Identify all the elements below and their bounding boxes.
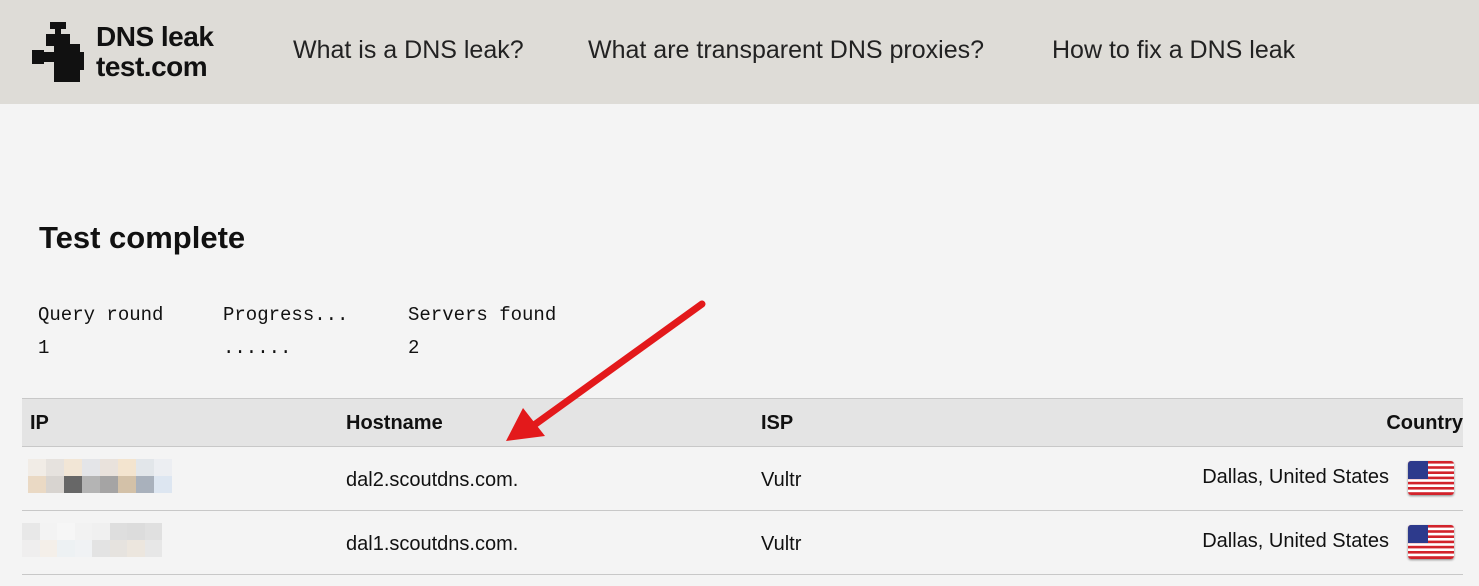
column-header-isp: ISP	[761, 412, 794, 434]
table-row: dal1.scoutdns.com. Vultr Dallas, United …	[22, 511, 1463, 575]
us-flag-icon	[1408, 525, 1454, 559]
table-row: dal2.scoutdns.com. Vultr Dallas, United …	[22, 447, 1463, 511]
logo-line-1: DNS leak	[96, 21, 214, 52]
isp-cell: Vultr	[761, 469, 802, 491]
isp-cell: Vultr	[761, 533, 802, 555]
page-title: Test complete	[39, 220, 246, 255]
column-header-ip: IP	[30, 412, 49, 434]
column-header-country: Country	[1386, 412, 1463, 434]
ip-address-redacted	[28, 459, 172, 493]
column-header-hostname: Hostname	[346, 412, 443, 434]
nav-transparent-dns-proxies[interactable]: What are transparent DNS proxies?	[588, 36, 984, 65]
results-table: IP Hostname ISP Country dal2.scoutdns.co…	[22, 398, 1463, 575]
servers-found-value: 2	[408, 337, 420, 359]
ip-address-redacted	[22, 523, 162, 557]
faucet-icon	[32, 22, 84, 82]
table-header: IP Hostname ISP Country	[22, 398, 1463, 447]
servers-found-stat: Servers found 2	[408, 302, 556, 368]
nav-fix-dns-leak[interactable]: How to fix a DNS leak	[1052, 36, 1295, 65]
servers-found-label: Servers found	[408, 304, 557, 326]
us-flag-icon	[1408, 461, 1454, 495]
query-round-value: 1	[38, 337, 50, 359]
query-round-stat: Query round 1	[38, 302, 163, 368]
country-cell: Dallas, United States	[1202, 466, 1389, 488]
progress-label: Progress...	[223, 304, 349, 326]
query-round-label: Query round	[38, 304, 164, 326]
hostname-cell: dal1.scoutdns.com.	[346, 533, 519, 555]
logo-text: DNS leak test.com	[96, 21, 214, 82]
nav-what-is-dns-leak[interactable]: What is a DNS leak?	[293, 36, 524, 65]
progress-value: ......	[223, 337, 292, 359]
country-cell: Dallas, United States	[1202, 530, 1389, 552]
site-header: DNS leak test.com What is a DNS leak? Wh…	[0, 0, 1479, 104]
logo-line-2: test.com	[96, 51, 208, 82]
progress-stat: Progress... ......	[223, 302, 348, 368]
site-logo[interactable]: DNS leak test.com	[30, 18, 230, 84]
hostname-cell: dal2.scoutdns.com.	[346, 469, 519, 491]
